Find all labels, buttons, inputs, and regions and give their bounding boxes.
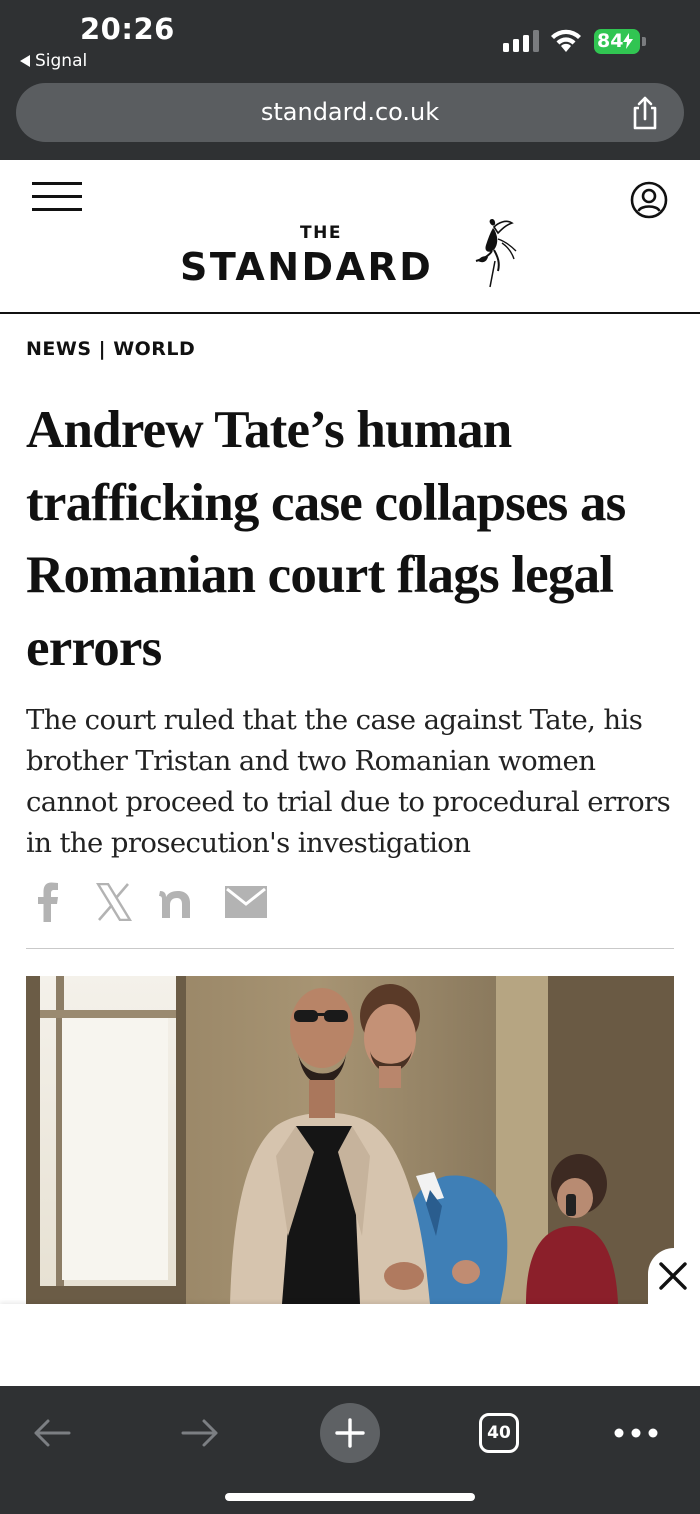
back-triangle-icon [20,55,30,67]
eros-statue-icon [475,219,517,288]
hero-photo [26,976,674,1304]
plus-icon [335,1418,365,1448]
home-indicator[interactable] [225,1493,475,1501]
battery-level: 84 [597,30,624,52]
menu-icon[interactable] [32,182,82,212]
back-to-app-link[interactable]: Signal [20,51,87,71]
article-standfirst: The court ruled that the case against Ta… [26,704,671,859]
tab-switcher-button[interactable]: 40 [478,1398,520,1468]
back-button[interactable] [28,1398,76,1468]
divider [26,948,674,949]
account-icon[interactable] [630,181,668,219]
forward-button[interactable] [176,1398,224,1468]
cellular-signal-icon [503,30,541,52]
article-headline: Andrew Tate’s human trafficking case col… [26,401,626,677]
nextdoor-icon [159,891,190,918]
charging-bolt-icon [623,33,634,49]
email-icon [225,886,267,918]
tab-count: 40 [479,1413,519,1453]
status-time: 20:26 [80,12,175,46]
wifi-icon [551,29,581,52]
article-hero-image[interactable] [26,976,674,1304]
x-icon [96,883,132,921]
url-text: standard.co.uk [260,98,440,126]
ad-banner-area [0,1304,700,1386]
arrow-right-icon [181,1419,218,1447]
share-buttons [26,880,268,924]
browser-top-chrome: 20:26 Signal 84 standard.co.uk [0,0,700,160]
address-bar[interactable]: standard.co.uk [16,83,684,142]
more-options-button[interactable] [612,1398,660,1468]
close-ad-button[interactable] [648,1248,700,1304]
facebook-share-button[interactable] [26,880,70,924]
battery-icon: 84 [594,29,648,54]
site-header: THE STANDARD [0,160,700,314]
email-share-button[interactable] [224,880,268,924]
close-icon [659,1262,687,1290]
share-icon[interactable] [628,95,662,131]
ellipsis-icon [614,1428,658,1438]
facebook-icon [38,882,58,922]
logo-wordmark: STANDARD [180,245,434,289]
arrow-left-icon [34,1419,71,1447]
x-share-button[interactable] [92,880,136,924]
section-breadcrumb[interactable]: NEWS | WORLD [26,338,195,360]
new-tab-button[interactable] [320,1398,380,1468]
site-logo[interactable]: THE STANDARD [180,217,530,297]
nextdoor-share-button[interactable] [158,880,202,924]
logo-the: THE [300,223,342,243]
back-app-label: Signal [35,51,88,71]
browser-bottom-toolbar: 40 [0,1386,700,1514]
